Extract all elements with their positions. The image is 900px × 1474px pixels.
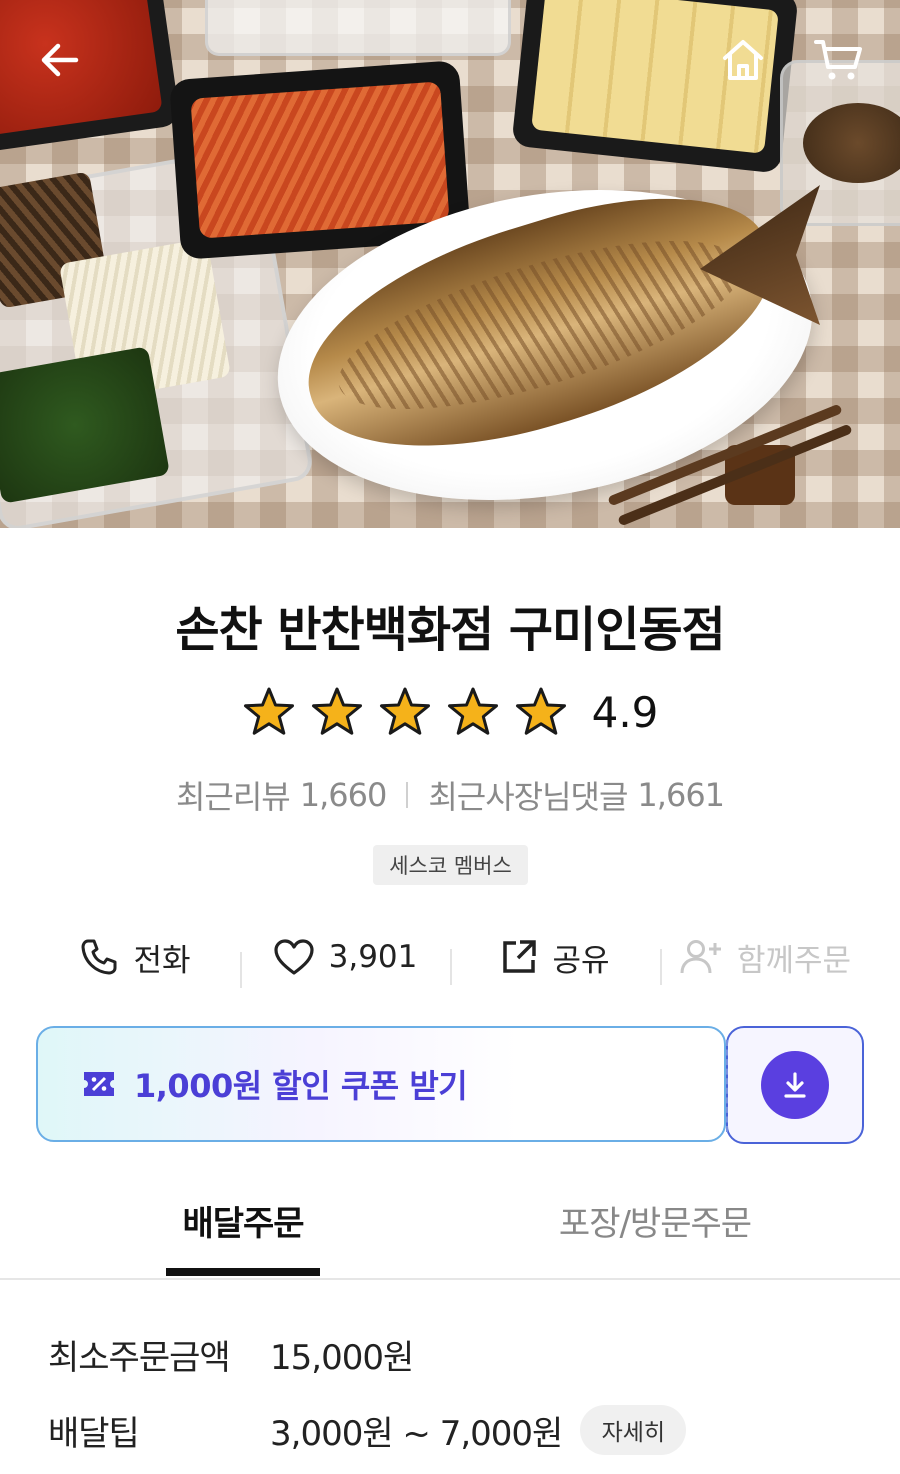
min-order-row: 최소주문금액 15,000원 (48, 1330, 414, 1379)
delivery-tip-label: 배달팁 (48, 1413, 140, 1454)
star-icon (311, 687, 362, 735)
tab-pickup[interactable]: 포장/방문주문 (520, 1196, 790, 1276)
call-label: 전화 (133, 942, 191, 979)
star-icon (379, 687, 430, 735)
divider (406, 782, 409, 808)
min-order-value: 15,000원 (270, 1338, 414, 1378)
call-button[interactable]: 전화 (30, 935, 240, 980)
delivery-tip-row: 배달팁 3,000원 ~ 7,000원 자세히 (48, 1405, 687, 1455)
store-hero-image (0, 0, 900, 528)
rating-score: 4.9 (591, 687, 659, 737)
review-stats[interactable]: 최근리뷰 1,660 최근사장님댓글 1,661 (0, 772, 900, 818)
home-icon (723, 40, 763, 80)
back-button[interactable] (30, 30, 90, 90)
coupon-icon (84, 1072, 114, 1096)
coupon-label: 1,000원 할인 쿠폰 받기 (134, 1067, 468, 1105)
owner-reply-count: 1,661 (637, 776, 725, 814)
add-person-icon (680, 940, 721, 974)
delivery-tip-detail-button[interactable]: 자세히 (580, 1405, 687, 1455)
star-icon (243, 687, 294, 735)
min-order-label: 최소주문금액 (48, 1338, 231, 1378)
group-order-label: 함께주문 (736, 942, 852, 979)
cesco-member-badge: 세스코 멤버스 (373, 845, 528, 885)
back-arrow-icon (41, 43, 79, 77)
store-name: 손찬 반찬백화점 구미인동점 (175, 602, 725, 658)
food-tray (205, 0, 511, 56)
download-circle (761, 1051, 829, 1119)
delivery-tip-value: 3,000원 ~ 7,000원 (270, 1413, 563, 1454)
cart-icon (814, 40, 862, 80)
like-button[interactable]: 3,901 (240, 938, 450, 988)
order-type-tabs: 배달주문 포장/방문주문 (0, 1196, 900, 1280)
store-actions: 전화 3,901 공유 함께주문 (30, 925, 870, 989)
star-icon (447, 687, 498, 735)
star-rating (242, 686, 568, 738)
star-icon (515, 687, 566, 735)
share-button[interactable]: 공유 (450, 935, 660, 985)
coupon-download-button[interactable] (726, 1026, 864, 1144)
like-count: 3,901 (328, 939, 418, 975)
food-tray (0, 0, 181, 154)
tab-delivery[interactable]: 배달주문 (166, 1196, 320, 1276)
download-icon (784, 1072, 806, 1098)
recent-review-count: 1,660 (299, 776, 388, 814)
share-icon (503, 940, 537, 973)
recent-review-label: 최근리뷰 (175, 778, 291, 816)
home-button[interactable] (713, 30, 773, 90)
coupon-banner[interactable]: 1,000원 할인 쿠폰 받기 (36, 1026, 726, 1142)
coupon-divider (726, 1040, 728, 1132)
share-label: 공유 (552, 942, 610, 979)
rating-row: 4.9 (0, 686, 900, 738)
phone-icon (81, 939, 117, 975)
group-order-button[interactable]: 함께주문 (660, 935, 870, 985)
heart-icon (274, 939, 314, 975)
cart-button[interactable] (808, 30, 868, 90)
owner-reply-label: 최근사장님댓글 (428, 778, 628, 816)
